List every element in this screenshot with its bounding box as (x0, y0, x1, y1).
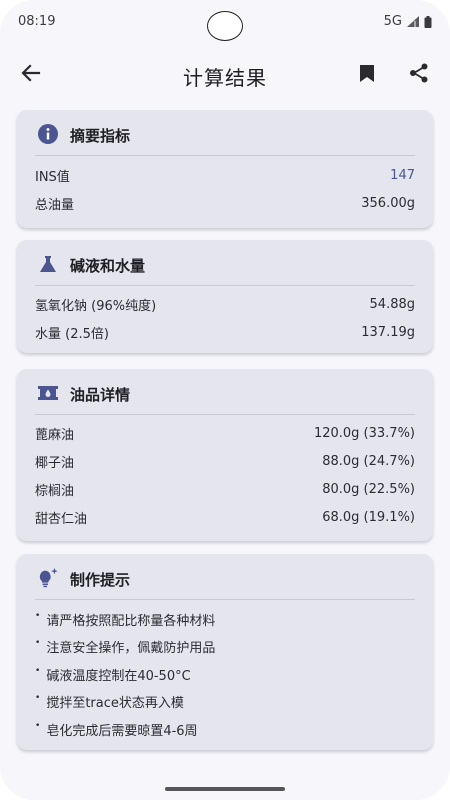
bookmark-icon (360, 64, 374, 86)
tip-text: 皂化完成后需要晾置4-6周 (46, 723, 198, 739)
bullet-icon: • (35, 638, 41, 648)
divider (35, 414, 415, 415)
camera-cutout (207, 11, 243, 41)
flask-icon (37, 253, 59, 275)
tip-item: • 碱液温度控制在40-50°C (35, 664, 415, 684)
page-title: 计算结果 (183, 66, 267, 90)
ins-label: INS值 (35, 169, 70, 185)
lightbulb-sparkle-icon (37, 567, 59, 589)
bullet-icon: • (35, 693, 41, 703)
water-row: 水量 (2.5倍) 137.19g (35, 322, 415, 342)
bullet-icon: • (35, 666, 41, 676)
tip-item: • 请严格按照配比称量各种材料 (35, 609, 415, 629)
bookmark-button[interactable] (354, 62, 380, 88)
water-value: 137.19g (361, 324, 415, 340)
tip-item: • 注意安全操作，佩戴防护用品 (35, 636, 415, 656)
total-oil-row: 总油量 356.00g (35, 193, 415, 213)
summary-card-header: 摘要指标 (17, 110, 433, 156)
oil-amount: 80.0g (22.5%) (322, 481, 415, 497)
info-icon (37, 123, 59, 145)
status-time: 08:19 (18, 14, 56, 29)
oils-title: 油品详情 (70, 386, 131, 404)
tip-text: 请严格按照配比称量各种材料 (46, 613, 216, 629)
status-indicators: 5G (384, 14, 432, 29)
oils-card-header: 油品详情 (17, 369, 433, 415)
summary-card: 摘要指标 INS值 147 总油量 356.00g (17, 110, 433, 228)
naoh-label: 氢氧化钠 (96%纯度) (35, 298, 157, 314)
phone-screen: 08:19 5G 计算结果 摘要指标 INS值 147 总油量 356.00g … (0, 0, 450, 800)
oil-row: 椰子油 88.0g (24.7%) (35, 451, 415, 471)
home-indicator[interactable] (165, 787, 285, 791)
naoh-row: 氢氧化钠 (96%纯度) 54.88g (35, 294, 415, 314)
oil-amount: 68.0g (19.1%) (322, 509, 415, 525)
divider (35, 599, 415, 600)
oil-name: 甜杏仁油 (35, 511, 88, 527)
divider (35, 285, 415, 286)
total-oil-label: 总油量 (35, 197, 75, 213)
divider (35, 155, 415, 156)
bullet-icon: • (35, 611, 41, 621)
tip-item: • 皂化完成后需要晾置4-6周 (35, 719, 415, 739)
water-label: 水量 (2.5倍) (35, 326, 109, 342)
status-bar: 08:19 5G (0, 0, 450, 44)
lye-title: 碱液和水量 (70, 257, 146, 275)
naoh-value: 54.88g (369, 296, 415, 312)
oil-amount: 120.0g (33.7%) (313, 425, 415, 441)
share-button[interactable] (406, 62, 432, 88)
oil-row: 蓖麻油 120.0g (33.7%) (35, 423, 415, 443)
battery-icon (424, 15, 432, 28)
share-icon (409, 63, 429, 87)
oil-row: 甜杏仁油 68.0g (19.1%) (35, 507, 415, 527)
ins-row: INS值 147 (35, 165, 415, 185)
app-bar: 计算结果 (0, 52, 450, 98)
oil-row: 棕榈油 80.0g (22.5%) (35, 479, 415, 499)
oil-name: 椰子油 (35, 455, 75, 471)
network-type: 5G (383, 14, 402, 29)
tips-card-header: 制作提示 (17, 554, 433, 600)
tip-item: • 搅拌至trace状态再入模 (35, 691, 415, 711)
ins-value: 147 (390, 167, 415, 183)
oils-card: 油品详情 蓖麻油 120.0g (33.7%) 椰子油 88.0g (24.7%… (17, 369, 433, 541)
total-oil-value: 356.00g (361, 195, 415, 211)
lye-card-header: 碱液和水量 (17, 240, 433, 286)
signal-icon (407, 16, 419, 27)
tips-card: 制作提示 • 请严格按照配比称量各种材料 • 注意安全操作，佩戴防护用品 • 碱… (17, 554, 433, 750)
tip-text: 注意安全操作，佩戴防护用品 (46, 640, 216, 656)
tip-text: 搅拌至trace状态再入模 (46, 695, 184, 711)
oil-name: 蓖麻油 (35, 427, 75, 443)
summary-title: 摘要指标 (70, 127, 131, 145)
tip-text: 碱液温度控制在40-50°C (46, 668, 191, 684)
oil-can-icon (37, 382, 59, 404)
oil-amount: 88.0g (24.7%) (322, 453, 415, 469)
bullet-icon: • (35, 721, 41, 731)
tips-title: 制作提示 (70, 571, 131, 589)
oil-name: 棕榈油 (35, 483, 75, 499)
lye-card: 碱液和水量 氢氧化钠 (96%纯度) 54.88g 水量 (2.5倍) 137.… (17, 240, 433, 353)
